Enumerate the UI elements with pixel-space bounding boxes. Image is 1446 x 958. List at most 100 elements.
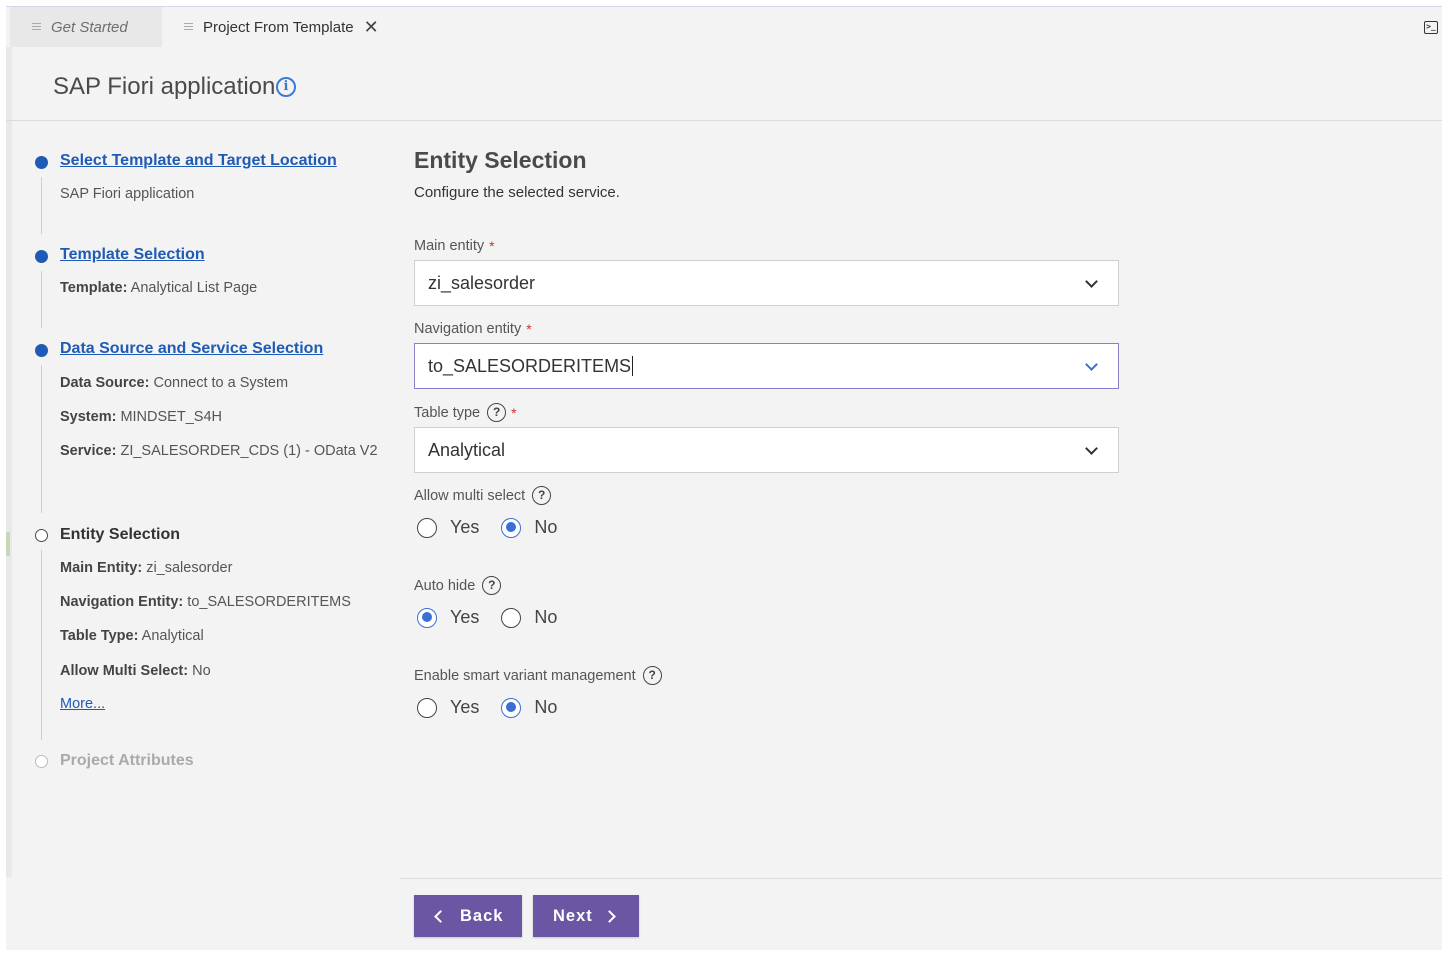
radio-button[interactable] bbox=[417, 697, 437, 718]
radio-yes[interactable]: Yes bbox=[417, 697, 479, 718]
navigation-entity-select[interactable]: to_SALESORDERITEMS bbox=[414, 343, 1119, 389]
help-icon[interactable]: ? bbox=[482, 576, 502, 595]
select-value: zi_salesorder bbox=[428, 272, 536, 293]
step-connector bbox=[41, 177, 42, 234]
app-window: Get Started Project From Template ✕ >_ S… bbox=[6, 6, 1442, 950]
label-text: Enable smart variant management bbox=[414, 667, 636, 684]
smart-variant-radio-group: Yes No bbox=[417, 697, 579, 718]
step-link-template-selection[interactable]: Template Selection bbox=[60, 246, 205, 264]
radio-button[interactable] bbox=[417, 517, 437, 538]
allow-multi-select-radio-group: Yes No bbox=[417, 517, 579, 538]
label-text: Main entity bbox=[414, 238, 485, 254]
detail-key: Allow Multi Select: bbox=[60, 663, 189, 679]
tab-bar: Get Started Project From Template ✕ >_ bbox=[6, 7, 1442, 47]
step-detail: Navigation Entity: to_SALESORDERITEMS bbox=[60, 591, 380, 614]
step-title-project-attributes: Project Attributes bbox=[60, 752, 194, 769]
radio-button[interactable] bbox=[501, 607, 522, 628]
help-icon[interactable]: ? bbox=[487, 403, 507, 422]
step-indicator-complete bbox=[35, 344, 48, 357]
table-type-select[interactable]: Analytical bbox=[414, 427, 1119, 473]
chevron-right-icon bbox=[602, 909, 616, 923]
tab-label: Get Started bbox=[51, 18, 128, 36]
label-text: Navigation entity bbox=[414, 321, 522, 337]
step-link-select-template[interactable]: Select Template and Target Location bbox=[60, 152, 337, 170]
step-connector bbox=[41, 365, 42, 513]
radio-yes[interactable]: Yes bbox=[417, 517, 479, 538]
radio-label: Yes bbox=[450, 517, 480, 537]
document-lines-icon bbox=[184, 22, 194, 32]
chevron-left-icon bbox=[434, 909, 447, 923]
select-value: Analytical bbox=[428, 439, 506, 460]
back-button[interactable]: Back bbox=[414, 895, 522, 937]
step-detail: Table Type: Analytical bbox=[60, 625, 380, 648]
label-text: Auto hide bbox=[414, 577, 476, 594]
page-title: SAP Fiori application bbox=[53, 73, 276, 100]
smart-variant-label: Enable smart variant management? bbox=[414, 666, 662, 685]
tab-label: Project From Template bbox=[203, 18, 354, 36]
radio-no[interactable]: No bbox=[501, 607, 557, 628]
auto-hide-label: Auto hide? bbox=[414, 576, 502, 595]
button-label: Back bbox=[460, 906, 504, 925]
radio-yes[interactable]: Yes bbox=[417, 607, 479, 628]
radio-label: No bbox=[534, 607, 558, 627]
chevron-down-icon bbox=[1085, 442, 1098, 455]
detail-key: Template: bbox=[60, 280, 128, 296]
step-link-data-source[interactable]: Data Source and Service Selection bbox=[60, 340, 323, 358]
help-icon[interactable]: ? bbox=[642, 666, 662, 685]
radio-label: No bbox=[534, 697, 558, 717]
radio-button-selected[interactable] bbox=[501, 697, 522, 718]
chevron-down-icon bbox=[1085, 275, 1098, 288]
detail-value: zi_salesorder bbox=[146, 560, 233, 576]
detail-value: Connect to a System bbox=[153, 375, 289, 391]
step-detail: Template: Analytical List Page bbox=[60, 277, 380, 300]
detail-key: Table Type: bbox=[60, 628, 139, 644]
detail-value: ZI_SALESORDER_CDS (1) - OData V2 bbox=[120, 443, 378, 459]
select-value: to_SALESORDERITEMS bbox=[428, 355, 632, 376]
detail-value: Analytical bbox=[141, 628, 204, 644]
table-type-label: Table type? * bbox=[414, 403, 517, 422]
text-cursor bbox=[632, 356, 634, 376]
navigation-entity-label: Navigation entity * bbox=[414, 321, 532, 337]
tab-get-started[interactable]: Get Started bbox=[10, 7, 162, 47]
document-lines-icon bbox=[32, 22, 42, 32]
main-entity-select[interactable]: zi_salesorder bbox=[414, 260, 1119, 306]
step-connector bbox=[41, 550, 42, 740]
step-detail: System: MINDSET_S4H bbox=[60, 406, 380, 429]
radio-no[interactable]: No bbox=[501, 517, 557, 538]
detail-key: Service: bbox=[60, 443, 117, 459]
radio-button-selected[interactable] bbox=[417, 607, 437, 628]
more-link[interactable]: More... bbox=[60, 696, 105, 712]
detail-key: System: bbox=[60, 409, 117, 425]
radio-label: No bbox=[534, 517, 558, 537]
required-marker: * bbox=[511, 404, 517, 421]
close-icon[interactable]: ✕ bbox=[364, 18, 379, 36]
page-header: SAP Fiori application i bbox=[6, 47, 1442, 121]
step-indicator-current bbox=[35, 529, 48, 542]
label-text: Allow multi select bbox=[414, 487, 526, 504]
step-indicator-pending bbox=[35, 755, 48, 768]
step-detail: Allow Multi Select: No bbox=[60, 660, 380, 683]
step-detail: Service: ZI_SALESORDER_CDS (1) - OData V… bbox=[60, 440, 380, 463]
terminal-icon[interactable]: >_ bbox=[1424, 21, 1438, 34]
entity-selection-form: Entity Selection Configure the selected … bbox=[414, 122, 1442, 882]
radio-no[interactable]: No bbox=[501, 697, 557, 718]
radio-button-selected[interactable] bbox=[501, 517, 522, 538]
chevron-down-icon bbox=[1085, 358, 1098, 371]
detail-value: to_SALESORDERITEMS bbox=[187, 594, 351, 610]
step-detail: SAP Fiori application bbox=[60, 183, 380, 206]
next-button[interactable]: Next bbox=[533, 895, 639, 937]
help-icon[interactable]: ? bbox=[532, 486, 552, 505]
footer-divider bbox=[400, 878, 1442, 879]
form-subtitle: Configure the selected service. bbox=[414, 184, 620, 201]
step-indicator-complete bbox=[35, 156, 48, 169]
detail-value: MINDSET_S4H bbox=[120, 409, 222, 425]
detail-key: Data Source: bbox=[60, 375, 150, 391]
tab-project-from-template[interactable]: Project From Template ✕ bbox=[170, 7, 396, 47]
detail-key: Navigation Entity: bbox=[60, 594, 184, 610]
info-icon[interactable]: i bbox=[276, 77, 296, 97]
radio-label: Yes bbox=[450, 607, 480, 627]
required-marker: * bbox=[489, 238, 495, 254]
detail-value: Analytical List Page bbox=[130, 280, 258, 296]
allow-multi-select-label: Allow multi select? bbox=[414, 486, 552, 505]
button-label: Next bbox=[553, 906, 593, 925]
